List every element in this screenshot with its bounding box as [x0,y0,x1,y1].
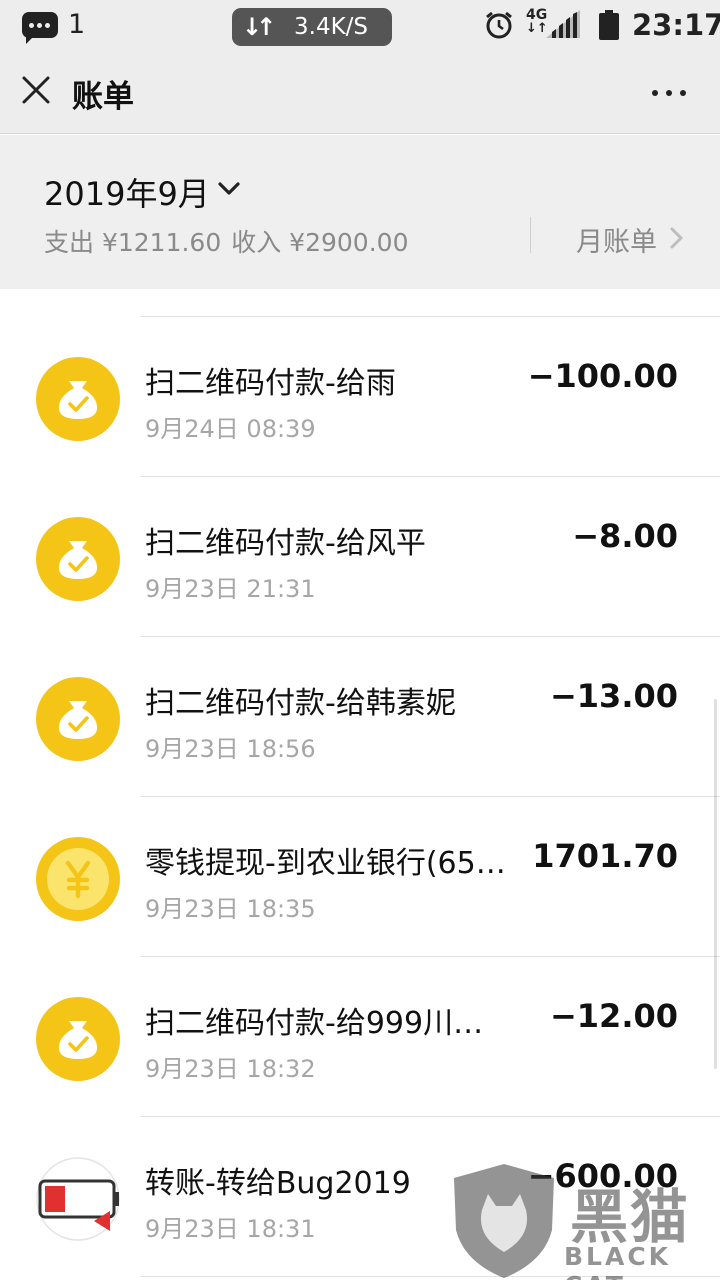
transaction-time: 9月23日 18:32 [145,1055,316,1083]
watermark-text-en: BLACK CAT [564,1242,672,1280]
transaction-row[interactable]: 零钱提现-到农业银行(65… 9月23日 18:35 1701.70 [0,797,720,957]
transaction-amount: −8.00 [572,517,678,555]
data-transfer-icon: ↓↑ [242,13,276,41]
transaction-title: 扫二维码付款-给韩素妮 [145,686,456,721]
divider [530,217,531,253]
page-title: 账单 [72,79,134,115]
transaction-title: 扫二维码付款-给999川… [145,1006,484,1041]
month-totals: 支出 ¥1211.60 收入 ¥2900.00 [44,223,418,259]
transaction-time: 9月23日 21:31 [145,575,316,603]
network-type: 4G ↓↑ [526,7,548,36]
transaction-row[interactable]: 扫二维码付款-给韩素妮 9月23日 18:56 −13.00 [0,637,720,797]
monthly-bill-link[interactable]: 月账单 [576,220,657,259]
watermark: 黑猫 BLACK CAT [448,1160,720,1280]
expense-total: 支出 ¥1211.60 [44,228,222,257]
transaction-row[interactable]: 扫二维码付款-给999川… 9月23日 18:32 −12.00 [0,957,720,1117]
money-bag-icon [36,677,120,761]
signal-icon [546,10,580,38]
yuan-coin-icon [36,837,120,921]
transaction-time: 9月24日 08:39 [145,415,316,443]
transaction-amount: −100.00 [527,357,678,395]
money-bag-icon [36,517,120,601]
chevron-down-icon[interactable] [216,177,242,201]
income-total: 收入 ¥2900.00 [231,228,409,257]
notification-count: 1 [68,9,86,40]
scrollbar[interactable] [714,699,717,1069]
more-icon[interactable] [646,74,692,110]
alarm-clock-icon [486,11,512,39]
nav-bar: 账单 [0,52,720,134]
transaction-amount: −13.00 [549,677,678,715]
transaction-amount: −12.00 [549,997,678,1035]
chevron-right-icon[interactable] [668,225,686,251]
black-cat-shield-icon [454,1164,554,1278]
transaction-title: 扫二维码付款-给风平 [145,526,426,561]
status-bar: 1 ↓↑ 3.4K/S 4G ↓↑ 23:17 [0,0,720,52]
transaction-time: 9月23日 18:31 [145,1215,316,1243]
transaction-title: 零钱提现-到农业银行(65… [145,846,506,881]
message-icon [22,12,58,44]
net-speed-badge: ↓↑ 3.4K/S [232,8,392,46]
transaction-time: 9月23日 18:35 [145,895,316,923]
money-bag-icon [36,357,120,441]
avatar-icon [36,1157,120,1241]
transaction-row[interactable]: 扫二维码付款-给雨 9月24日 08:39 −100.00 [0,317,720,477]
money-bag-icon [36,997,120,1081]
net-speed-text: 3.4K/S [294,14,369,40]
transaction-row[interactable]: 扫二维码付款-给风平 9月23日 21:31 −8.00 [0,477,720,637]
status-time: 23:17 [632,8,720,42]
bill-summary: 2019年9月 支出 ¥1211.60 收入 ¥2900.00 月账单 [0,135,720,289]
close-icon[interactable] [18,72,54,108]
transaction-title: 扫二维码付款-给雨 [145,366,396,401]
battery-icon [599,10,619,40]
transaction-list: 扫二维码付款-给雨 9月24日 08:39 −100.00 扫二维码付款-给风平 9月2… [0,289,720,1280]
month-selector[interactable]: 2019年9月 [44,169,210,215]
transaction-amount: 1701.70 [532,837,678,875]
transaction-time: 9月23日 18:56 [145,735,316,763]
